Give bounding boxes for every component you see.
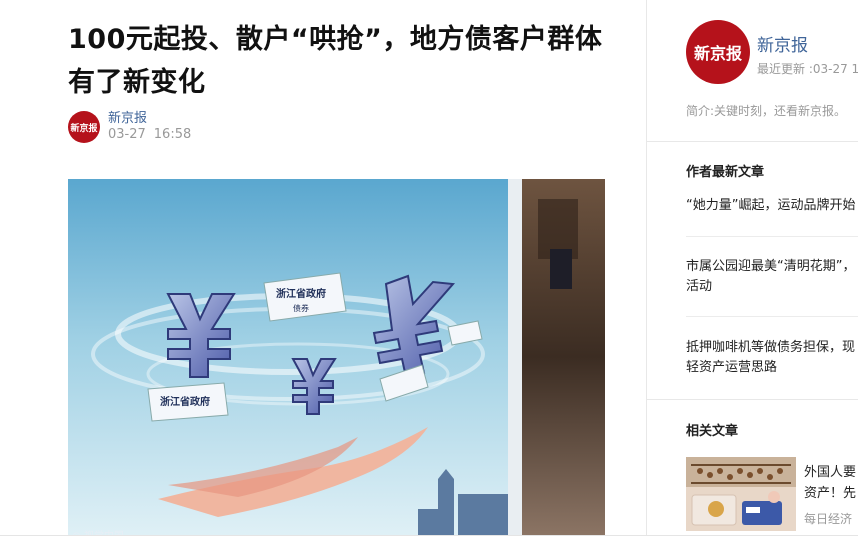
publish-clock: 16:58	[153, 127, 192, 142]
related-article-source: 每日经济	[804, 512, 853, 526]
latest-article-link[interactable]: 市属公园迎最美“清明花期”， 活动	[686, 257, 858, 297]
article-title: 100元起投、散户“哄抢”，地方债客户群体有了新变化	[68, 24, 603, 98]
sidebar: 新京报 新京报 最近更新 :03-27 1 简介:关键时刻，还看新京报。 作者最…	[647, 0, 858, 545]
author-avatar[interactable]: 新京报	[68, 111, 100, 143]
related-articles-heading: 相关文章	[686, 424, 739, 439]
publish-time: 03-27 16:58	[108, 127, 199, 142]
section-divider	[647, 141, 858, 142]
section-divider	[647, 399, 858, 400]
sidebar-last-updated: 最近更新 :03-27 1	[757, 62, 858, 76]
item-divider	[686, 236, 858, 237]
article-image: 浙江省政府 浙江省政府 债券	[68, 179, 605, 535]
bond-note-label: 浙江省政府	[276, 287, 326, 300]
sidebar-author-avatar[interactable]: 新京报	[686, 20, 750, 84]
related-article-thumbnail[interactable]	[686, 457, 796, 531]
bottom-edge	[0, 535, 858, 546]
related-article-title[interactable]: 外国人要 资产！先	[804, 462, 856, 504]
publish-date: 03-27	[108, 127, 146, 142]
bond-note-sub: 债券	[293, 303, 309, 313]
article-main: 100元起投、散户“哄抢”，地方债客户群体有了新变化 新京报 新京报 03-27…	[0, 0, 646, 545]
latest-articles-heading: 作者最新文章	[686, 165, 765, 180]
latest-article-link[interactable]: 抵押咖啡机等做债务担保，现 轻资产运营思路	[686, 338, 858, 378]
latest-article-link[interactable]: “她力量”崛起，运动品牌开始	[686, 196, 858, 216]
sidebar-author-name[interactable]: 新京报	[757, 31, 808, 56]
item-divider	[686, 316, 858, 317]
author-name-link[interactable]: 新京报	[108, 107, 147, 126]
bond-note-label: 浙江省政府	[160, 395, 210, 408]
sidebar-author-desc: 简介:关键时刻，还看新京报。	[686, 104, 847, 118]
